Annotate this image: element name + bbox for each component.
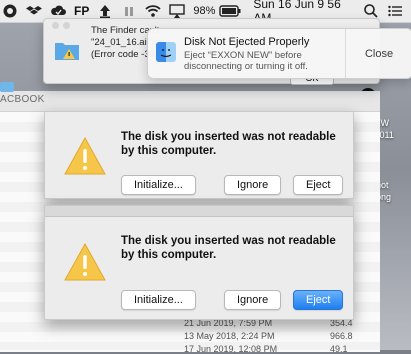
finder-titlebar: ACBOOK [0,91,380,112]
finder-title-text: ACBOOK [0,94,45,105]
eject-button[interactable]: Eject [293,175,344,195]
initialize-button[interactable]: Initialize... [121,175,196,195]
folder-icon [0,82,14,92]
file-date: 17 Jun 2019, 12:08 PM [184,344,278,354]
ignore-button[interactable]: Ignore [224,290,282,310]
notification-banner[interactable]: Disk Not Ejected Properly Eject “EXXON N… [147,28,411,79]
disk-unreadable-dialog: The disk you inserted was not readable b… [44,111,354,199]
folder-warning-icon [54,39,80,61]
dialog-message: The disk you inserted was not readable b… [121,131,336,157]
disk-unreadable-dialog: The disk you inserted was not readable b… [44,205,354,320]
finder-app-icon [156,42,176,62]
notification-text: Eject “EXXON NEW” before disconnecting o… [184,50,308,72]
notification-center-icon[interactable] [387,0,403,22]
sheet-titlebar [45,206,353,217]
traffic-lights [52,22,70,29]
notification-close-button[interactable]: Close [345,29,411,78]
close-window-icon[interactable] [52,22,59,29]
warning-icon [63,136,107,176]
dialog-message: The disk you inserted was not readable b… [121,235,336,261]
eject-button[interactable]: Eject [293,290,344,310]
notification-title: Disk Not Ejected Properly [184,36,310,48]
minimize-window-icon[interactable] [63,22,70,29]
dropbox-icon[interactable] [26,0,42,22]
file-date: 13 May 2018, 2:24 PM [184,331,275,341]
ignore-button[interactable]: Ignore [224,175,282,195]
file-size: 49.1 [330,344,348,354]
initialize-button[interactable]: Initialize... [121,290,196,310]
menu-extra-dark-icon[interactable] [2,0,18,22]
file-size: 966.8 [330,331,353,341]
warning-icon [63,242,107,282]
